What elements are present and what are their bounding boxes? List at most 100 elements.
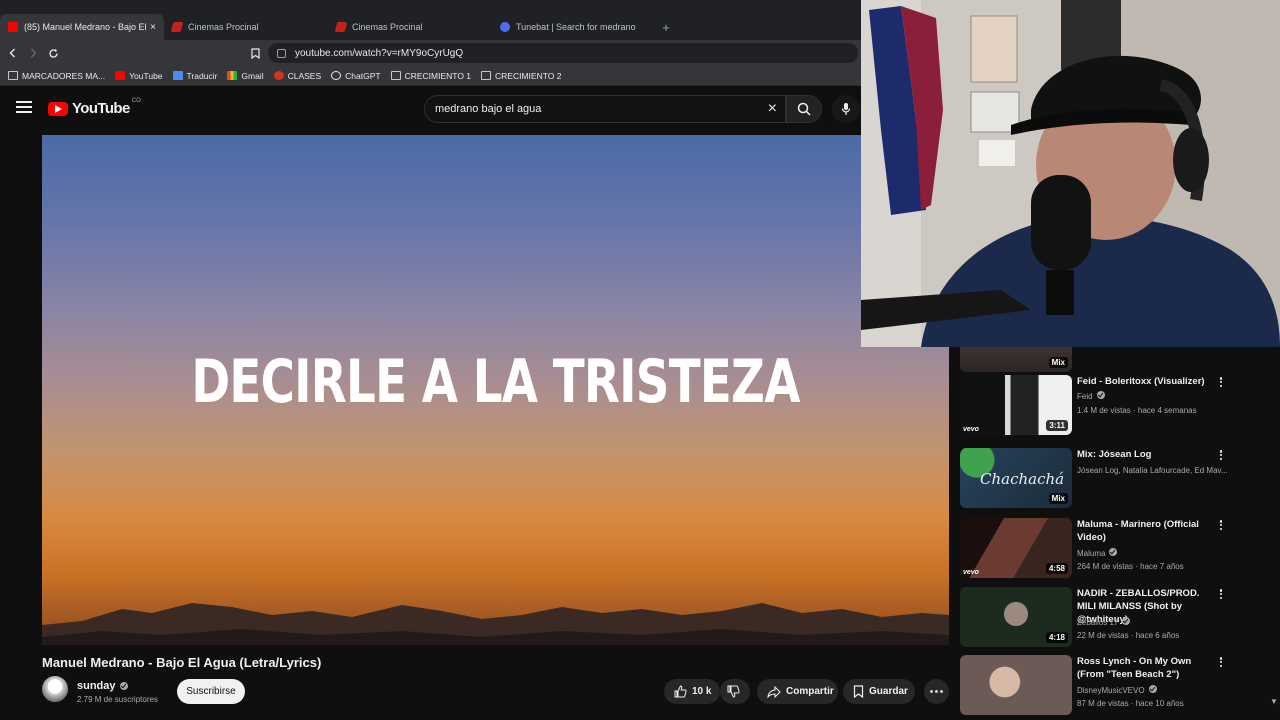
video-duration: 4:18 (1045, 632, 1068, 643)
clases-icon (273, 71, 284, 80)
more-options-icon[interactable] (1217, 655, 1225, 669)
video-duration: 3:11 (1046, 420, 1068, 431)
video-thumbnail[interactable]: vevo 4:58 (960, 518, 1072, 578)
recommendation-channel[interactable]: Maluma (1077, 548, 1227, 559)
bookmark-label: Traducir (186, 70, 218, 81)
recommendation-item[interactable]: 4:18 NADIR - ZEBALLOS/PROD. MILI MILANSS… (960, 587, 1260, 647)
dislike-button[interactable] (720, 679, 750, 704)
bookmark-clases[interactable]: CLASES (273, 71, 321, 81)
more-actions-button[interactable] (924, 679, 949, 704)
tab-strip: (85) Manuel Medrano - Bajo El A × Cinema… (0, 14, 676, 40)
recommendation-item[interactable]: Ross Lynch - On My Own (From "Teen Beach… (960, 655, 1260, 715)
voice-search-button[interactable] (832, 95, 860, 123)
bookmark-label: CRECIMIENTO 2 (495, 70, 562, 81)
subscribe-button[interactable]: Suscribirse (177, 679, 245, 704)
bookmark-gmail[interactable]: Gmail (227, 70, 264, 81)
bookmark-marcadores[interactable]: MARCADORES MA... (8, 71, 105, 81)
video-thumbnail[interactable]: Chachachá Mix (960, 448, 1072, 508)
bookmark-chatgpt[interactable]: ChatGPT (331, 71, 381, 81)
video-duration: 4:58 (1045, 563, 1068, 574)
reload-icon (48, 48, 58, 58)
share-button[interactable]: Compartir (757, 679, 838, 704)
verified-badge-icon (1148, 685, 1157, 693)
tab-youtube-video[interactable]: (85) Manuel Medrano - Bajo El A × (0, 14, 164, 40)
thumbs-down-icon (727, 685, 740, 698)
procinal-favicon-icon (334, 22, 348, 32)
search-button[interactable] (786, 95, 822, 123)
tab-label: (85) Manuel Medrano - Bajo El A (24, 22, 147, 32)
folder-icon (8, 71, 18, 80)
tab-tunebat[interactable]: Tunebat | Search for medrano (492, 14, 656, 40)
recommendation-channel[interactable]: Zeballos 17 (1077, 617, 1227, 628)
microphone-icon (841, 103, 851, 115)
recommendation-channel[interactable]: Feid (1077, 391, 1227, 402)
channel-name[interactable]: sunday (77, 680, 128, 692)
bookmark-label: CRECIMIENTO 1 (404, 70, 472, 81)
recommendation-title[interactable]: Feid - Boleritoxx (Visualizer) (1077, 375, 1213, 388)
video-thumbnail[interactable]: 4:18 (960, 587, 1072, 647)
tab-label: Cinemas Procinal (188, 22, 259, 32)
bookmark-label: Gmail (241, 70, 264, 81)
more-options-icon[interactable] (1217, 375, 1225, 389)
tab-label: Cinemas Procinal (352, 22, 423, 32)
vevo-watermark: vevo (963, 426, 979, 433)
clear-search-icon[interactable]: × (768, 100, 777, 118)
youtube-play-logo-icon (48, 101, 68, 116)
recommendation-title[interactable]: Mix: Jósean Log (1077, 448, 1213, 461)
lyrics-caption: DECIRLE A LA TRISTEZA (191, 347, 800, 417)
address-bar[interactable]: youtube.com/watch?v=rMY9oCyrUgQ (268, 43, 858, 63)
video-player[interactable]: DECIRLE A LA TRISTEZA (42, 135, 949, 645)
verified-badge-icon (1109, 548, 1118, 556)
recommendation-channel[interactable]: DisneyMusicVEVO (1077, 685, 1227, 696)
site-info-icon[interactable] (277, 48, 286, 58)
share-label: Compartir (786, 686, 834, 697)
forward-button[interactable] (24, 44, 42, 62)
like-button[interactable]: 10 k (664, 679, 720, 704)
search-icon (797, 102, 811, 116)
video-thumbnail[interactable]: vevo 3:11 (960, 375, 1072, 435)
youtube-header: YouTube CO medrano bajo el agua × (0, 86, 861, 132)
bookmark-label: YouTube (129, 70, 163, 81)
recommendation-title[interactable]: Maluma - Marinero (Official Video) (1077, 518, 1213, 544)
bookmark-star-button[interactable] (246, 44, 264, 62)
bookmark-crecimiento-1[interactable]: CRECIMIENTO 1 (390, 70, 472, 81)
webcam-overlay (861, 0, 1280, 347)
tab-cinemas-procinal-2[interactable]: Cinemas Procinal (328, 14, 492, 40)
tab-close-icon[interactable]: × (150, 22, 156, 33)
bookmark-youtube[interactable]: YouTube (115, 70, 163, 81)
scroll-down-arrow-icon[interactable]: ▼ (1270, 697, 1278, 706)
share-icon (767, 685, 781, 698)
save-button[interactable]: Guardar (843, 679, 915, 704)
recommendation-item[interactable]: Chachachá Mix Mix: Jósean Log Jósean Log… (960, 448, 1260, 508)
recommendation-item[interactable]: vevo 4:58 Maluma - Marinero (Official Vi… (960, 518, 1260, 578)
folder-icon (390, 71, 401, 80)
chatgpt-icon (331, 71, 342, 80)
tab-label: Tunebat | Search for medrano (516, 22, 636, 32)
video-title: Manuel Medrano - Bajo El Agua (Letra/Lyr… (42, 655, 322, 670)
recommendation-title[interactable]: Ross Lynch - On My Own (From "Teen Beach… (1077, 655, 1213, 681)
new-tab-button[interactable]: + (656, 14, 676, 40)
verified-badge-icon (1122, 617, 1131, 625)
bookmark-traducir[interactable]: Traducir (172, 70, 218, 81)
bookmark-label: MARCADORES MA... (22, 70, 106, 81)
menu-hamburger-icon[interactable] (16, 101, 32, 115)
more-options-icon[interactable] (1217, 587, 1225, 601)
tab-cinemas-procinal-1[interactable]: Cinemas Procinal (164, 14, 328, 40)
channel-avatar[interactable] (42, 676, 68, 702)
recommendation-item[interactable]: vevo 3:11 Feid - Boleritoxx (Visualizer)… (960, 375, 1260, 435)
browser-toolbar: youtube.com/watch?v=rMY9oCyrUgQ (0, 40, 861, 66)
more-options-icon[interactable] (1217, 448, 1225, 462)
youtube-wordmark: YouTube (72, 100, 130, 117)
like-count: 10 k (692, 686, 712, 697)
youtube-logo[interactable]: YouTube CO (48, 97, 141, 117)
more-options-icon[interactable] (1217, 518, 1225, 532)
country-code: CO (131, 97, 141, 104)
browser-tab-bar: (85) Manuel Medrano - Bajo El A × Cinema… (0, 0, 861, 40)
vevo-watermark: vevo (963, 569, 979, 576)
bookmarks-bar: MARCADORES MA... YouTube Traducir Gmail … (0, 66, 861, 86)
search-input[interactable]: medrano bajo el agua × (424, 95, 786, 123)
reload-button[interactable] (44, 44, 62, 62)
video-thumbnail[interactable] (960, 655, 1072, 715)
back-button[interactable] (4, 44, 22, 62)
bookmark-crecimiento-2[interactable]: CRECIMIENTO 2 (481, 71, 561, 81)
